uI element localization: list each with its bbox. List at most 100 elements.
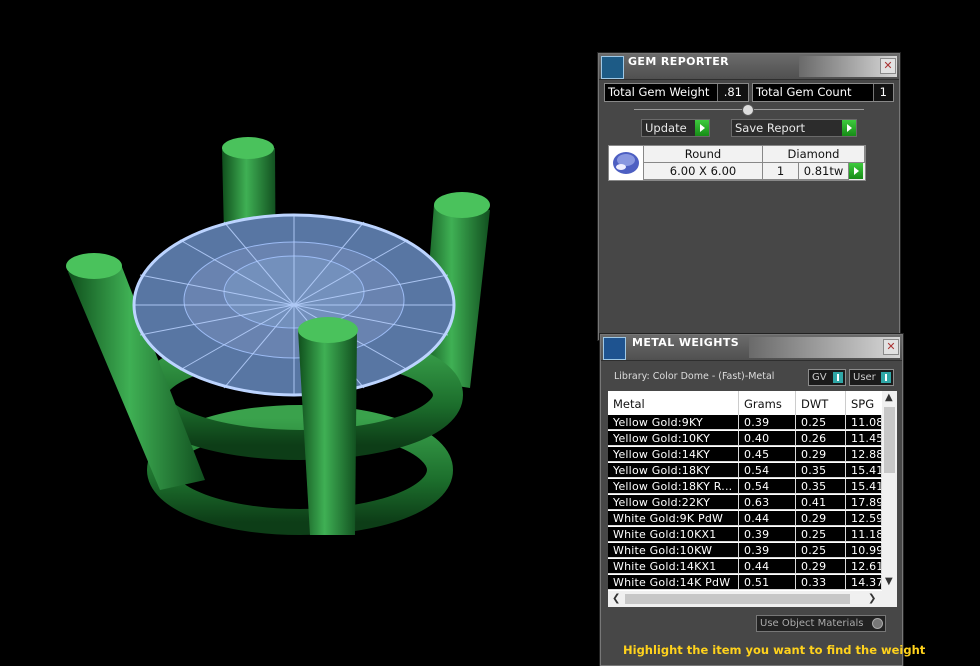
round-diamond-icon (613, 152, 639, 174)
gv-toggle[interactable]: GV (808, 369, 846, 386)
dwt-value: 0.29 (796, 559, 846, 574)
spg-value: 12.59 (846, 511, 882, 526)
radio-icon (872, 618, 883, 629)
table-row[interactable]: Yellow Gold:10KY 0.40 0.26 11.45 (608, 431, 882, 447)
spg-value: 15.41 (846, 463, 882, 478)
metal-name: White Gold:9K PdW (608, 511, 739, 526)
column-header-dwt[interactable]: DWT (796, 391, 846, 415)
table-row[interactable]: Yellow Gold:18KY 0.54 0.35 15.41 (608, 463, 882, 479)
metal-name: Yellow Gold:18KY R... (608, 479, 739, 494)
scroll-up-icon[interactable]: ▲ (885, 392, 893, 403)
grams-value: 0.39 (739, 415, 796, 430)
splitter-handle[interactable] (742, 104, 754, 116)
table-header: Metal Grams DWT SPG (608, 391, 886, 415)
table-row[interactable]: White Gold:10KX1 0.39 0.25 11.18 (608, 527, 882, 543)
3d-viewport[interactable] (0, 0, 600, 654)
metal-name: Yellow Gold:9KY (608, 415, 739, 430)
table-row[interactable]: White Gold:9K PdW 0.44 0.29 12.59 (608, 511, 882, 527)
dwt-value: 0.29 (796, 447, 846, 462)
scroll-down-icon[interactable]: ▼ (885, 576, 893, 587)
metal-name: White Gold:10KX1 (608, 527, 739, 542)
dwt-value: 0.33 (796, 575, 846, 590)
table-row[interactable]: White Gold:14K PdW 0.51 0.33 14.37 (608, 575, 882, 591)
dwt-value: 0.35 (796, 463, 846, 478)
table-row[interactable]: White Gold:10KW 0.39 0.25 10.99 (608, 543, 882, 559)
total-gem-count-field: Total Gem Count 1 (752, 83, 894, 102)
toggle-indicator-icon (881, 372, 891, 383)
column-header-metal[interactable]: Metal (608, 391, 739, 415)
gem-reporter-titlebar[interactable]: GEM REPORTER ✕ (599, 54, 899, 80)
update-button[interactable]: Update (641, 119, 710, 137)
metal-name: White Gold:14K PdW (608, 575, 739, 590)
metal-name: Yellow Gold:22KY (608, 495, 739, 510)
spg-value: 17.89 (846, 495, 882, 510)
metal-name: White Gold:14KX1 (608, 559, 739, 574)
total-gem-weight-field: Total Gem Weight .81 (604, 83, 749, 102)
metal-weights-titlebar[interactable]: METAL WEIGHTS ✕ (601, 335, 902, 361)
spg-value: 12.61 (846, 559, 882, 574)
gem-count: 1 (763, 163, 799, 180)
metal-weights-title: METAL WEIGHTS (632, 336, 740, 349)
table-row[interactable]: Yellow Gold:18KY R... 0.54 0.35 15.41 (608, 479, 882, 495)
spg-value: 11.45 (846, 431, 882, 446)
grams-value: 0.54 (739, 479, 796, 494)
gem-size: 6.00 X 6.00 (644, 163, 763, 180)
gem-reporter-title: GEM REPORTER (628, 55, 729, 68)
column-header-spg[interactable]: SPG (846, 391, 886, 415)
scroll-thumb-horizontal[interactable] (625, 594, 850, 604)
gem-list-item[interactable]: Round Diamond 6.00 X 6.00 1 0.81tw (608, 145, 866, 181)
gem-shape: Round (644, 146, 763, 163)
close-icon[interactable]: ✕ (880, 58, 896, 74)
scroll-right-icon[interactable]: ❯ (868, 593, 876, 604)
grams-value: 0.39 (739, 527, 796, 542)
spg-value: 11.18 (846, 527, 882, 542)
dwt-value: 0.41 (796, 495, 846, 510)
grams-value: 0.44 (739, 511, 796, 526)
spg-value: 10.99 (846, 543, 882, 558)
metal-name: Yellow Gold:14KY (608, 447, 739, 462)
table-row[interactable]: Yellow Gold:22KY 0.63 0.41 17.89 (608, 495, 882, 511)
dwt-value: 0.25 (796, 527, 846, 542)
table-row[interactable]: Yellow Gold:14KY 0.45 0.29 12.88 (608, 447, 882, 463)
scroll-thumb-vertical[interactable] (884, 407, 895, 473)
close-icon[interactable]: ✕ (883, 339, 899, 355)
table-row[interactable]: Yellow Gold:9KY 0.39 0.25 11.08 (608, 415, 882, 431)
gem-weight: 0.81tw (799, 163, 849, 180)
spg-value: 12.88 (846, 447, 882, 462)
metal-weights-table: Metal Grams DWT SPG Yellow Gold:9KY 0.39 0… (608, 391, 897, 607)
ring-model (66, 137, 490, 535)
gem-detail-button[interactable] (849, 163, 863, 179)
total-gem-count-value: 1 (872, 84, 893, 101)
table-row[interactable]: White Gold:14KX1 0.44 0.29 12.61 (608, 559, 882, 575)
gem-reporter-icon (601, 56, 624, 79)
play-icon (842, 120, 856, 136)
hint-text: Highlight the item you want to find the … (623, 643, 926, 657)
grams-value: 0.40 (739, 431, 796, 446)
user-toggle[interactable]: User (849, 369, 894, 386)
gem-reporter-panel: GEM REPORTER ✕ Total Gem Weight .81 Tota… (598, 53, 900, 340)
dwt-value: 0.35 (796, 479, 846, 494)
dwt-value: 0.25 (796, 415, 846, 430)
save-report-button[interactable]: Save Report (731, 119, 857, 137)
metal-name: White Gold:10KW (608, 543, 739, 558)
toggle-indicator-icon (833, 372, 843, 383)
total-gem-weight-label: Total Gem Weight (608, 85, 710, 99)
dwt-value: 0.25 (796, 543, 846, 558)
dwt-value: 0.29 (796, 511, 846, 526)
gem-thumbnail (609, 146, 644, 180)
horizontal-scrollbar[interactable]: ❮ ❯ (608, 591, 897, 607)
metal-weights-icon (603, 337, 626, 360)
spg-value: 14.37 (846, 575, 882, 590)
scroll-left-icon[interactable]: ❮ (612, 593, 620, 604)
column-header-grams[interactable]: Grams (739, 391, 796, 415)
spg-value: 15.41 (846, 479, 882, 494)
total-gem-count-label: Total Gem Count (756, 85, 852, 99)
grams-value: 0.54 (739, 463, 796, 478)
grams-value: 0.63 (739, 495, 796, 510)
use-object-materials-toggle[interactable]: Use Object Materials (756, 615, 886, 632)
library-label: Library: Color Dome - (Fast)-Metal (614, 371, 775, 382)
total-gem-weight-value: .81 (716, 84, 748, 101)
metal-weights-panel: METAL WEIGHTS ✕ Library: Color Dome - (F… (600, 334, 925, 666)
grams-value: 0.44 (739, 559, 796, 574)
vertical-scrollbar[interactable]: ▲ ▼ (882, 391, 897, 591)
